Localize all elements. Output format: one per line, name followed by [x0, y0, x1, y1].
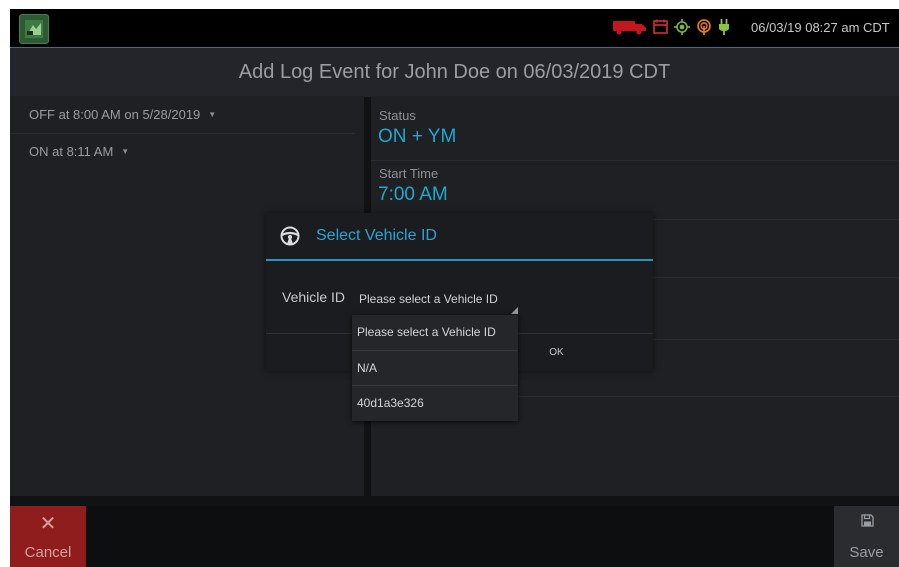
vehicle-id-select[interactable]: Please select a Vehicle ID: [357, 286, 520, 316]
divider: [371, 160, 899, 161]
save-icon: [861, 514, 874, 532]
list-item-off-event[interactable]: OFF at 8:00 AM on 5/28/2019 ▼: [10, 96, 364, 133]
save-button[interactable]: Save: [834, 506, 899, 567]
page-title: Add Log Event for John Doe on 06/03/2019…: [10, 47, 899, 97]
dialog-title: Select Vehicle ID: [316, 227, 437, 244]
dropdown-option[interactable]: 40d1a3e326: [352, 386, 518, 420]
cancel-button[interactable]: ✕ Cancel: [10, 506, 86, 567]
gps-icon: [674, 18, 690, 40]
steering-wheel-icon: [280, 226, 300, 251]
list-item-label: ON at 8:11 AM: [29, 144, 114, 159]
list-item-on-event[interactable]: ON at 8:11 AM ▼: [10, 133, 364, 170]
truck-icon: [613, 19, 647, 40]
vehicle-id-label: Vehicle ID: [282, 289, 346, 305]
dialog-ok-label: OK: [549, 347, 564, 358]
bottom-action-bar: ✕ Cancel Save: [10, 506, 899, 567]
status-clock: 06/03/19 08:27 am CDT: [751, 20, 890, 35]
start-time-label: Start Time: [379, 166, 439, 181]
vehicle-id-dropdown: Please select a Vehicle ID N/A 40d1a3e32…: [352, 315, 518, 421]
app-logo-icon[interactable]: [19, 14, 49, 44]
status-value[interactable]: ON + YM: [378, 126, 456, 148]
signal-icon: [696, 18, 712, 40]
caret-down-icon: ▼: [121, 147, 130, 156]
dropdown-option[interactable]: Please select a Vehicle ID: [352, 315, 518, 349]
caret-down-icon: ▼: [208, 110, 217, 119]
device-screen: 06/03/19 08:27 am CDT Add Log Event for …: [10, 9, 899, 567]
list-item-label: OFF at 8:00 AM on 5/28/2019: [29, 107, 201, 122]
close-icon: ✕: [39, 513, 57, 535]
power-plug-icon: [718, 18, 730, 40]
status-bar: 06/03/19 08:27 am CDT: [10, 9, 899, 47]
cancel-button-label: Cancel: [24, 544, 72, 561]
vehicle-id-selected-value: Please select a Vehicle ID: [359, 292, 498, 306]
status-label: Status: [379, 108, 416, 123]
save-button-label: Save: [849, 544, 884, 561]
dialog-header: Select Vehicle ID: [266, 213, 653, 261]
dropdown-arrow-icon: [511, 307, 518, 314]
dropdown-option[interactable]: N/A: [352, 351, 518, 385]
start-time-value[interactable]: 7:00 AM: [378, 184, 448, 206]
calendar-icon: [653, 19, 668, 39]
